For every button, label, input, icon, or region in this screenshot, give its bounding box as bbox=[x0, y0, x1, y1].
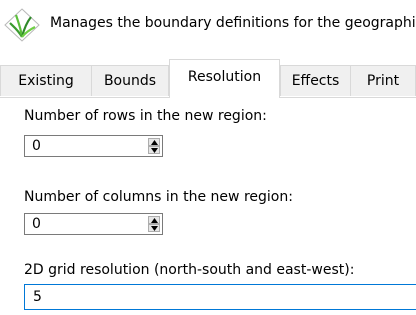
tab-effects[interactable]: Effects bbox=[280, 65, 351, 96]
cols-spinner[interactable]: 0 bbox=[24, 213, 163, 235]
rows-value[interactable]: 0 bbox=[32, 138, 41, 154]
cols-increment-button[interactable] bbox=[148, 216, 160, 224]
rows-label: Number of rows in the new region: bbox=[24, 108, 267, 124]
module-description: Manages the boundary definitions for the… bbox=[50, 15, 416, 31]
arrow-up-icon bbox=[151, 140, 158, 145]
tab-bounds[interactable]: Bounds bbox=[91, 65, 169, 96]
arrow-up-icon bbox=[151, 218, 158, 223]
cols-value[interactable]: 0 bbox=[32, 216, 41, 232]
grid-resolution-label: 2D grid resolution (north-south and east… bbox=[24, 262, 355, 278]
resolution-panel: Number of rows in the new region: 0 Numb… bbox=[0, 98, 416, 315]
rows-spinner[interactable]: 0 bbox=[24, 135, 163, 157]
grid-resolution-input[interactable]: 5 bbox=[24, 284, 416, 310]
cols-label: Number of columns in the new region: bbox=[24, 189, 293, 205]
arrow-down-icon bbox=[151, 148, 158, 153]
tab-resolution[interactable]: Resolution bbox=[169, 59, 280, 98]
rows-increment-button[interactable] bbox=[148, 138, 160, 146]
tab-bar: Existing Bounds Resolution Effects Print bbox=[0, 59, 416, 98]
rows-decrement-button[interactable] bbox=[148, 146, 160, 154]
grid-resolution-value[interactable]: 5 bbox=[33, 289, 42, 305]
cols-decrement-button[interactable] bbox=[148, 224, 160, 232]
grass-logo-icon bbox=[4, 8, 40, 42]
tab-print[interactable]: Print bbox=[350, 65, 416, 96]
arrow-down-icon bbox=[151, 226, 158, 231]
module-header: Manages the boundary definitions for the… bbox=[0, 0, 416, 52]
tab-existing[interactable]: Existing bbox=[0, 65, 92, 96]
